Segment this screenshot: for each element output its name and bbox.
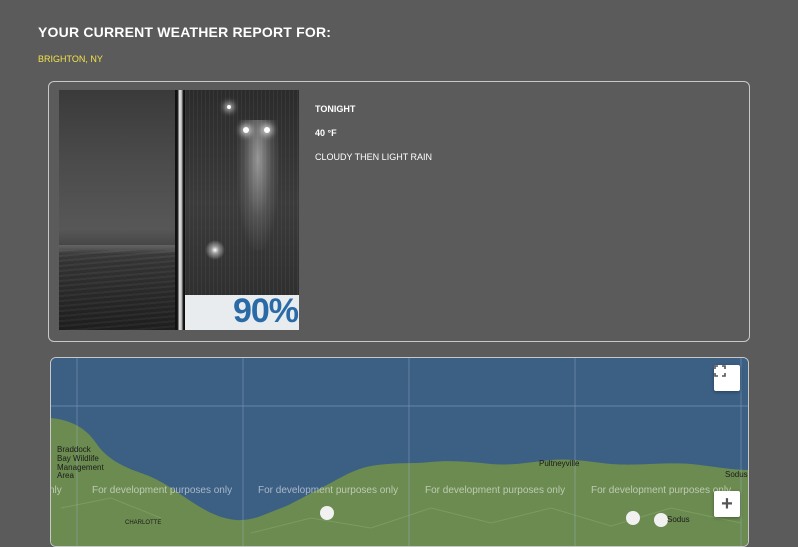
map-canvas[interactable]	[51, 358, 749, 547]
map-watermark: For development purposes only	[92, 485, 233, 496]
image-divider	[175, 90, 185, 330]
forecast-card: 90% TONIGHT 40 °F CLOUDY THEN LIGHT RAIN	[48, 81, 750, 342]
map-watermark: For development purposes only	[258, 485, 399, 496]
fullscreen-icon	[714, 365, 726, 377]
precip-chance: 90%	[232, 292, 299, 330]
map-watermark-partial: nly	[50, 485, 62, 496]
car-light-top	[227, 105, 231, 109]
street-light-flare	[205, 240, 225, 260]
sky-left-panel	[59, 90, 175, 330]
location-label: BRIGHTON, NY	[38, 54, 103, 64]
map-label-sodus-edge: Sodus	[725, 470, 748, 479]
road-shield-590	[320, 506, 334, 520]
car-light-right	[264, 127, 270, 133]
light-glow	[237, 120, 279, 250]
map-watermark: For development purposes only	[425, 485, 566, 496]
weather-map[interactable]: Braddock Bay Wildlife Management Area Pu…	[50, 357, 749, 547]
map-label-charlotte: CHARLOTTE	[125, 520, 162, 526]
weather-heading: YOUR CURRENT WEATHER REPORT FOR:	[38, 24, 332, 40]
forecast-description: CLOUDY THEN LIGHT RAIN	[315, 152, 433, 162]
forecast-temperature: 40 °F	[315, 128, 337, 138]
map-fullscreen-button[interactable]	[714, 365, 740, 391]
map-label-braddock: Braddock Bay Wildlife Management Area	[57, 445, 104, 481]
map-label-pultneyville: Pultneyville	[539, 459, 580, 468]
map-watermark: For development purposes only	[591, 485, 732, 496]
road-shield-104-a	[626, 511, 640, 525]
road-shield-104-b	[654, 513, 668, 527]
cloudy-rain-night-icon: 90%	[59, 90, 299, 330]
forecast-period: TONIGHT	[315, 104, 356, 114]
rain-streaks	[59, 250, 175, 330]
sky-right-panel	[185, 90, 299, 295]
car-light-left	[243, 127, 249, 133]
precip-chance-band: 90%	[185, 292, 299, 330]
map-label-sodus: Sodus	[667, 515, 690, 524]
map-zoom-in-button[interactable]: +	[714, 491, 740, 517]
